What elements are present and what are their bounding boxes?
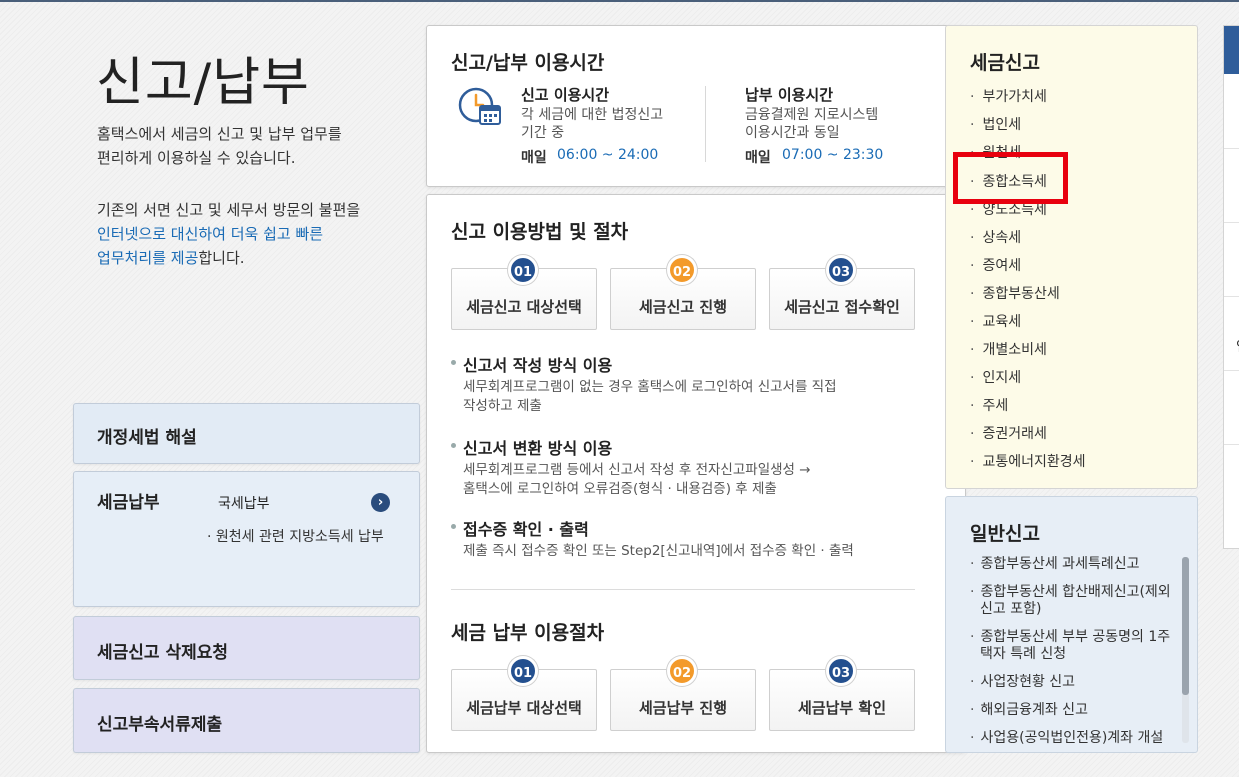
- bullet-text-line: 세무회계프로그램 등에서 신고서 작성 후 전자신고파일생성 →: [463, 462, 811, 478]
- side-divider: [1224, 148, 1239, 149]
- general-item-overseas[interactable]: 해외금융계좌 신고: [970, 702, 1180, 719]
- intro-text: 홈택스에서 세금의 신고 및 납부 업무를 편리하게 이용하실 수 있습니다.: [97, 122, 417, 170]
- intro-line: 홈택스에서 세금의 신고 및 납부 업무를: [97, 125, 342, 143]
- side-divider: [1224, 444, 1239, 445]
- hours-card: 신고/납부 이용시간 신고 이용시간 각 세금에 대한 법정신고 기간 중 매일…: [426, 25, 966, 187]
- side-divider: [1224, 222, 1239, 223]
- intro-line: 편리하게 이용하실 수 있습니다.: [97, 149, 296, 167]
- step-label: 세금신고 진행: [638, 298, 728, 316]
- tax-item-inheritance[interactable]: 상속세: [970, 227, 1021, 247]
- side-panel-header: [1224, 26, 1239, 74]
- general-item-exclusion[interactable]: 종합부동산세 합산배제신고(제외신고 포함): [970, 584, 1180, 618]
- attachments-menu-box[interactable]: 신고부속서류제출: [73, 688, 420, 753]
- payment-daily-label: 매일: [745, 150, 771, 166]
- bullet-text: 세무회계프로그램이 없는 경우 홈택스에 로그인하여 신고서를 직접 작성하고 …: [463, 378, 883, 416]
- bullet-icon: [451, 360, 456, 365]
- highlight-box: [953, 152, 1068, 204]
- bullet-text-line: 작성하고 제출: [463, 398, 542, 414]
- side-divider: [1224, 370, 1239, 371]
- hours-divider: [705, 86, 706, 162]
- step-label: 세금납부 진행: [638, 699, 728, 717]
- bullet-text-line: 제출 즉시 접수증 확인 또는 Step2[신고내역]에서 접수증 확인 · 출…: [463, 543, 854, 559]
- payment-procedure-title: 세금 납부 이용절차: [451, 622, 605, 644]
- general-filing-title: 일반신고: [970, 523, 1040, 545]
- bullet-text: 제출 즉시 접수증 확인 또는 Step2[신고내역]에서 접수증 확인 · 출…: [463, 542, 883, 561]
- payment-hours-desc: 금융결제원 지로시스템 이용시간과 동일: [745, 106, 935, 142]
- side-divider: [1224, 296, 1239, 297]
- general-item-account[interactable]: 사업용(공익법인전용)계좌 개설: [970, 730, 1180, 747]
- scrollbar[interactable]: [1182, 557, 1189, 743]
- intro-line-rest: 합니다.: [198, 249, 245, 267]
- tax-item-liquor[interactable]: 주세: [970, 395, 1008, 415]
- tax-item-corporate[interactable]: 법인세: [970, 114, 1021, 134]
- delete-request-label: 세금신고 삭제요청: [97, 643, 229, 663]
- bullet-title: 접수증 확인 · 출력: [463, 520, 589, 539]
- bullet-icon: [451, 524, 456, 529]
- general-item-special[interactable]: 종합부동산세 과세특례신고: [970, 556, 1180, 573]
- general-item-couple[interactable]: 종합부동산세 부부 공동명의 1주택자 특례 신청: [970, 629, 1180, 663]
- page-title: 신고/납부: [96, 53, 310, 113]
- tax-item-gift[interactable]: 증여세: [970, 255, 1021, 275]
- step-number-badge: 02: [667, 255, 697, 285]
- intro-line: 기존의 서면 신고 및 세무서 방문의 불편을: [97, 201, 361, 219]
- tax-item-education[interactable]: 교육세: [970, 311, 1021, 331]
- step-number-badge: 02: [667, 656, 697, 686]
- filing-hours-title: 신고 이용시간: [521, 86, 610, 104]
- chevron-right-icon[interactable]: ›: [371, 493, 390, 512]
- tax-item-stamp[interactable]: 인지세: [970, 367, 1021, 387]
- top-border: [0, 0, 1239, 2]
- tax-item-property[interactable]: 종합부동산세: [970, 283, 1059, 303]
- clock-calendar-icon: [458, 87, 501, 125]
- procedure-card: 신고 이용방법 및 절차 세금신고 대상선택 01 세금신고 진행 02 세금신…: [426, 194, 966, 753]
- scrollbar-thumb[interactable]: [1182, 557, 1189, 695]
- tax-item-securities[interactable]: 증권거래세: [970, 423, 1046, 443]
- section-divider: [451, 589, 915, 590]
- filing-hours-time: 06:00 ~ 24:00: [557, 147, 659, 163]
- payment-menu-label: 세금납부: [97, 493, 160, 513]
- payment-menu-box: 세금납부 국세납부 › · 원천세 관련 지방소득세 납부: [73, 471, 420, 607]
- payment-hours-desc-line: 이용시간과 동일: [745, 125, 840, 141]
- intro-highlight: 업무처리를 제공: [97, 249, 199, 267]
- filing-daily-label: 매일: [521, 150, 547, 166]
- side-panel: 인: [1223, 25, 1239, 549]
- step-label: 세금납부 확인: [797, 699, 887, 717]
- tax-filing-panel: 세금신고 부가가치세 법인세 원천세 종합소득세 양도소득세 상속세 증여세 종…: [945, 25, 1198, 489]
- filing-hours-desc: 각 세금에 대한 법정신고 기간 중: [521, 106, 711, 142]
- general-filing-panel: 일반신고 종합부동산세 과세특례신고 종합부동산세 합산배제신고(제외신고 포함…: [945, 496, 1198, 753]
- intro-line: 업무처리를 제공합니다.: [97, 246, 417, 270]
- step-number-badge: 03: [826, 656, 856, 686]
- step-number-badge: 01: [508, 656, 538, 686]
- tax-item-consumption[interactable]: 개별소비세: [970, 339, 1046, 359]
- national-payment-link[interactable]: 국세납부: [218, 493, 270, 513]
- local-tax-payment-link[interactable]: · 원천세 관련 지방소득세 납부: [207, 526, 384, 546]
- payment-hours-desc-line: 금융결제원 지로시스템: [745, 107, 879, 123]
- revision-menu-box[interactable]: 개정세법 해설: [73, 403, 420, 464]
- payment-hours-title: 납부 이용시간: [745, 86, 834, 104]
- step-number-badge: 03: [826, 255, 856, 285]
- step-number-badge: 01: [508, 255, 538, 285]
- tax-item-transport[interactable]: 교통에너지환경세: [970, 451, 1085, 471]
- bullet-title: 신고서 작성 방식 이용: [463, 356, 613, 375]
- procedure-title: 신고 이용방법 및 절차: [451, 221, 629, 243]
- step-label: 세금신고 대상선택: [466, 298, 582, 316]
- attachments-label: 신고부속서류제출: [97, 715, 223, 735]
- delete-request-menu-box[interactable]: 세금신고 삭제요청: [73, 616, 420, 680]
- step-label: 세금신고 접수확인: [784, 298, 900, 316]
- tax-filing-title: 세금신고: [970, 52, 1040, 74]
- bullet-text-line: 홈택스에 로그인하여 오류검증(형식 · 내용검증) 후 제출: [463, 481, 777, 497]
- bullet-text-line: 세무회계프로그램이 없는 경우 홈택스에 로그인하여 신고서를 직접: [463, 379, 837, 395]
- bullet-text: 세무회계프로그램 등에서 신고서 작성 후 전자신고파일생성 → 홈택스에 로그…: [463, 461, 883, 499]
- bullet-title: 신고서 변환 방식 이용: [463, 439, 613, 458]
- general-item-business[interactable]: 사업장현황 신고: [970, 674, 1180, 691]
- payment-hours-time: 07:00 ~ 23:30: [782, 147, 884, 163]
- revision-menu-label: 개정세법 해설: [97, 428, 197, 448]
- filing-hours-desc-line: 기간 중: [521, 125, 565, 141]
- step-label: 세금납부 대상선택: [466, 699, 582, 717]
- intro-highlight: 인터넷으로 대신하여 더욱 쉽고 빠른: [97, 225, 324, 243]
- tax-item-vat[interactable]: 부가가치세: [970, 86, 1046, 106]
- bullet-icon: [451, 443, 456, 448]
- intro-text-2: 기존의 서면 신고 및 세무서 방문의 불편을 인터넷으로 대신하여 더욱 쉽고…: [97, 198, 417, 270]
- hours-title: 신고/납부 이용시간: [451, 52, 605, 74]
- filing-hours-desc-line: 각 세금에 대한 법정신고: [521, 107, 664, 123]
